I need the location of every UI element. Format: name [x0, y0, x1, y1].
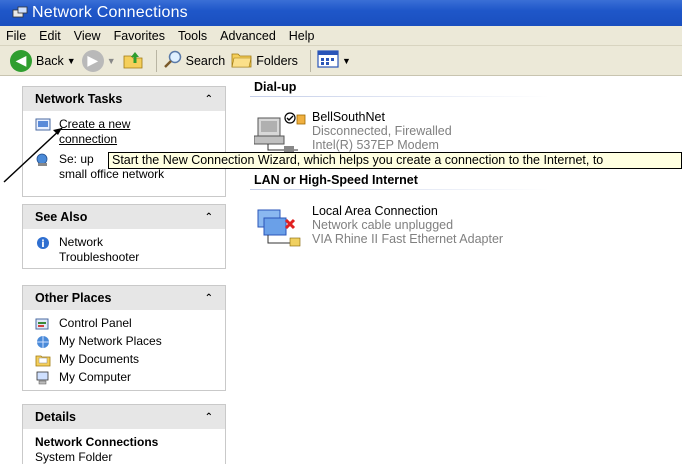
network-troubleshooter-link[interactable]: i Network Troubleshooter: [35, 235, 213, 265]
connection-status: Network cable unplugged: [312, 218, 454, 232]
group-dialup-title: Dial-up: [254, 80, 297, 94]
connection-status: Disconnected, Firewalled: [312, 124, 452, 138]
menu-favorites[interactable]: Favorites: [114, 29, 165, 43]
see-also-header[interactable]: See Also ⌃: [23, 205, 225, 229]
place-my-network-places[interactable]: My Network Places: [35, 334, 213, 349]
folders-label: Folders: [256, 53, 298, 68]
details-title: Details: [35, 410, 76, 424]
group-divider: [250, 189, 550, 190]
network-connections-icon: [12, 6, 28, 20]
folders-button[interactable]: Folders: [231, 50, 298, 71]
views-dropdown-icon[interactable]: ▼: [342, 56, 351, 66]
computer-icon: [35, 371, 51, 385]
menu-tools[interactable]: Tools: [178, 29, 207, 43]
collapse-chevron-icon[interactable]: ⌃: [205, 412, 213, 423]
back-dropdown-icon[interactable]: ▼: [67, 56, 76, 66]
folder-up-icon: [122, 49, 144, 72]
network-tasks-header[interactable]: Network Tasks ⌃: [23, 87, 225, 111]
place-my-computer-label[interactable]: My Computer: [59, 370, 131, 385]
up-button[interactable]: [122, 49, 144, 72]
toolbar-separator: [309, 49, 311, 72]
place-control-panel-label[interactable]: Control Panel: [59, 316, 132, 331]
search-button[interactable]: Search: [163, 49, 226, 72]
lan-connection-icon: [254, 204, 312, 248]
toolbar: ◀ Back ▼ ▶ ▼ Search Folders ▼: [0, 46, 682, 76]
forward-button[interactable]: ▶ ▼: [81, 49, 116, 72]
control-panel-icon: [35, 317, 51, 331]
connection-device: Intel(R) 537EP Modem: [312, 138, 439, 152]
folders-icon: [231, 50, 253, 71]
connection-name: BellSouthNet: [312, 110, 385, 124]
network-tasks-title: Network Tasks: [35, 92, 123, 106]
details-name: Network Connections: [35, 435, 159, 449]
other-places-header[interactable]: Other Places ⌃: [23, 286, 225, 310]
collapse-chevron-icon[interactable]: ⌃: [205, 94, 213, 105]
forward-dropdown-icon[interactable]: ▼: [107, 56, 116, 66]
details-type: System Folder: [35, 450, 113, 464]
menu-edit[interactable]: Edit: [39, 29, 61, 43]
collapse-chevron-icon[interactable]: ⌃: [205, 293, 213, 304]
place-my-computer[interactable]: My Computer: [35, 370, 213, 385]
place-my-documents-label[interactable]: My Documents: [59, 352, 139, 367]
group-divider: [250, 96, 550, 97]
task-setup-line2[interactable]: small office network: [59, 167, 164, 182]
collapse-chevron-icon[interactable]: ⌃: [205, 212, 213, 223]
views-icon: [317, 50, 339, 71]
documents-folder-icon: [35, 353, 51, 367]
svg-text:i: i: [41, 239, 44, 250]
dialup-connection-icon: [253, 110, 312, 154]
menu-view[interactable]: View: [74, 29, 101, 43]
connections-view: Dial-up BellSouthNet Disconnected, Firew…: [234, 76, 682, 464]
back-button[interactable]: ◀ Back ▼: [10, 49, 76, 72]
menu-advanced[interactable]: Advanced: [220, 29, 276, 43]
place-my-documents[interactable]: My Documents: [35, 352, 213, 367]
back-arrow-icon: ◀: [10, 49, 32, 72]
tooltip: Start the New Connection Wizard, which h…: [108, 152, 682, 169]
other-places-panel: Other Places ⌃ Control Panel My Network …: [22, 285, 226, 391]
details-header[interactable]: Details ⌃: [23, 405, 225, 429]
menu-file[interactable]: File: [6, 29, 26, 43]
see-also-title: See Also: [35, 210, 88, 224]
toolbar-separator: [155, 49, 157, 72]
menu-bar: File Edit View Favorites Tools Advanced …: [0, 26, 682, 46]
troubleshooter-line2[interactable]: Troubleshooter: [59, 250, 139, 265]
annotation-arrow: [3, 127, 63, 183]
forward-arrow-icon: ▶: [81, 49, 104, 72]
back-label: Back: [36, 53, 64, 68]
details-panel: Details ⌃ Network Connections System Fol…: [22, 404, 226, 464]
search-label: Search: [185, 53, 226, 68]
views-button[interactable]: ▼: [317, 50, 351, 71]
title-bar: Network Connections: [0, 0, 682, 26]
place-my-network-places-label[interactable]: My Network Places: [59, 334, 162, 349]
search-icon: [163, 49, 183, 72]
menu-help[interactable]: Help: [289, 29, 315, 43]
help-icon: i: [35, 236, 51, 250]
connection-name: Local Area Connection: [312, 204, 438, 218]
group-lan-title: LAN or High-Speed Internet: [254, 173, 418, 187]
place-control-panel[interactable]: Control Panel: [35, 316, 213, 331]
see-also-panel: See Also ⌃ i Network Troubleshooter: [22, 204, 226, 269]
window-title: Network Connections: [32, 4, 188, 21]
connection-local-area[interactable]: Local Area Connection Network cable unpl…: [254, 204, 503, 248]
connection-device: VIA Rhine II Fast Ethernet Adapter: [312, 232, 504, 246]
network-places-icon: [35, 335, 51, 349]
other-places-title: Other Places: [35, 291, 112, 305]
troubleshooter-line1[interactable]: Network: [59, 235, 139, 250]
connection-bellsouthnet[interactable]: BellSouthNet Disconnected, Firewalled In…: [253, 110, 452, 154]
